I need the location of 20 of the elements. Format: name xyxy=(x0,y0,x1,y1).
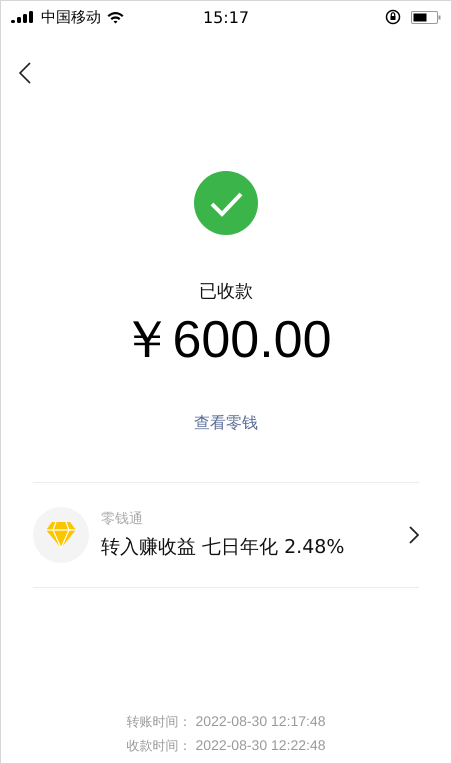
chevron-right-icon[interactable] xyxy=(409,526,419,544)
signal-icon xyxy=(11,11,35,23)
wifi-icon xyxy=(107,10,124,24)
promo-text: 转入赚收益 七日年化 2.48% xyxy=(101,535,346,560)
carrier-name: 中国移动 xyxy=(41,8,101,26)
rotation-lock-icon xyxy=(385,9,401,25)
back-icon xyxy=(19,62,31,84)
view-balance-link[interactable]: 查看零钱 xyxy=(194,413,258,434)
status-label: 已收款 xyxy=(199,280,253,303)
detail-value: 2022-08-30 12:22:48 xyxy=(196,737,326,755)
battery-icon xyxy=(411,10,441,24)
success-check-icon xyxy=(194,171,258,235)
amount: ￥600.00 xyxy=(120,310,332,371)
detail-label: 收款时间： xyxy=(126,738,192,755)
diamond-icon xyxy=(45,521,77,549)
detail-value: 2022-08-30 12:17:48 xyxy=(196,713,326,731)
back-button[interactable] xyxy=(19,62,31,84)
promo-title: 零钱通 xyxy=(101,510,144,528)
status-time: 15:17 xyxy=(202,8,250,26)
detail-label: 转账时间： xyxy=(126,714,192,731)
